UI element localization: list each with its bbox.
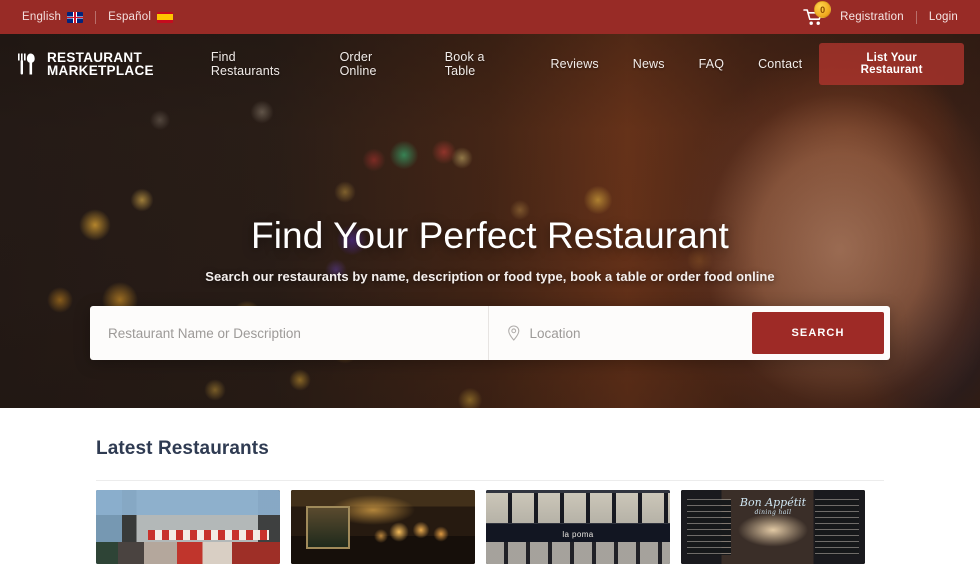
hero-subtitle: Search our restaurants by name, descript… [205,269,775,284]
restaurant-card-list: la poma Bon Appétit dining hall [96,490,884,564]
nav-item-contact[interactable]: Contact [741,57,819,71]
location-field-wrap [489,306,751,360]
restaurant-name-input[interactable] [108,325,470,341]
spain-flag-icon [157,11,174,23]
restaurant-name-field-wrap [90,306,488,360]
card-caption: Bon Appétit dining hall [740,496,806,516]
nav-item-find-restaurants[interactable]: Find Restaurants [194,50,323,78]
language-label-english: English [22,11,62,23]
language-switcher: English Español [0,10,174,24]
language-label-spanish: Español [108,11,152,23]
hero-title: Find Your Perfect Restaurant [251,215,729,256]
card-caption-main: Bon Appétit [739,495,807,509]
bar-interior-warm-lights-photo [291,490,475,564]
nav-links: Find Restaurants Order Online Book a Tab… [194,50,819,78]
account-divider [915,10,917,24]
map-pin-icon [508,325,520,341]
restaurant-card[interactable]: la poma [486,490,670,564]
registration-link[interactable]: Registration [840,11,904,23]
nav-item-book-a-table[interactable]: Book a Table [428,50,534,78]
top-utility-bar: English Español 0 Registration Login [0,0,980,34]
fork-knife-icon [18,53,35,75]
language-option-english[interactable]: English [22,11,84,23]
restaurant-card[interactable] [96,490,280,564]
nav-item-news[interactable]: News [616,57,682,71]
main-navigation-bar: RESTAURANT MARKETPLACE Find Restaurants … [0,34,980,94]
location-input[interactable] [529,325,733,341]
hero-search-bar: SEARCH [90,306,890,360]
login-link[interactable]: Login [929,11,958,23]
language-option-spanish[interactable]: Español [108,11,174,23]
list-your-restaurant-button[interactable]: List Your Restaurant [819,43,964,85]
language-divider [95,10,97,24]
la-poma-facade-photo [486,490,670,564]
section-divider [96,480,884,481]
search-button[interactable]: SEARCH [752,312,884,354]
restaurant-card[interactable] [291,490,475,564]
account-actions: 0 Registration Login [803,1,980,26]
latest-restaurants-section: Latest Restaurants la poma Bon Appétit d… [0,408,980,564]
nav-item-reviews[interactable]: Reviews [533,57,615,71]
logo-line-2: MARKETPLACE [47,63,154,78]
nav-item-order-online[interactable]: Order Online [323,50,428,78]
uk-flag-icon [67,11,84,23]
card-caption: la poma [562,529,594,539]
cart-button[interactable]: 0 [803,1,832,26]
logo-text: RESTAURANT MARKETPLACE [47,49,154,78]
section-title: Latest Restaurants [96,438,269,459]
site-logo[interactable]: RESTAURANT MARKETPLACE [0,49,154,78]
cart-count-badge: 0 [814,1,832,18]
restaurant-card[interactable]: Bon Appétit dining hall [681,490,865,564]
logo-line-1: RESTAURANT [47,49,142,65]
nav-item-faq[interactable]: FAQ [682,57,741,71]
card-caption-sub: dining hall [754,508,792,516]
street-restaurant-awning-photo [96,490,280,564]
